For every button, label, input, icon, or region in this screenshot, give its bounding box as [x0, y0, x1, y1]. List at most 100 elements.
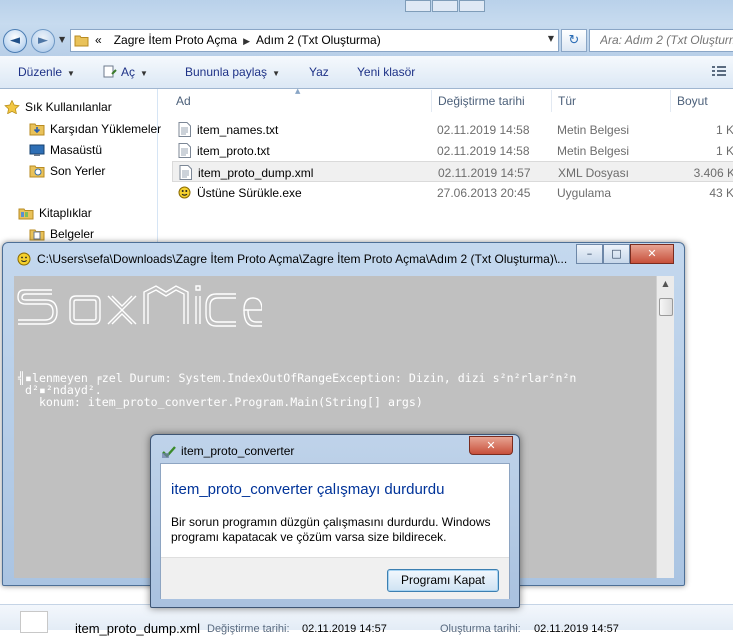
open-label: Aç: [121, 65, 136, 79]
file-row-selected[interactable]: item_proto_dump.xml 02.11.2019 14:57 XML…: [172, 161, 733, 182]
close-icon: ✕: [486, 439, 496, 452]
dialog-footer: Programı Kapat: [161, 557, 509, 599]
column-header-name[interactable]: Ad: [170, 90, 432, 112]
file-name: item_names.txt: [197, 123, 279, 137]
dialog-heading: item_proto_converter çalışmayı durdurdu: [171, 481, 445, 498]
chevron-right-icon[interactable]: ▶: [237, 36, 256, 46]
column-header-date[interactable]: Değiştirme tarihi: [432, 90, 552, 112]
application-icon: [178, 186, 191, 199]
file-name: item_proto.txt: [197, 144, 270, 158]
nav-documents-label: Belgeler: [50, 227, 95, 241]
maximize-icon: □: [611, 247, 622, 260]
nav-documents[interactable]: Belgeler: [29, 227, 94, 241]
file-row[interactable]: item_proto.txt 02.11.2019 14:58 Metin Be…: [172, 140, 733, 161]
address-bar[interactable]: « Zagre İtem Proto Açma ▶ Adım 2 (Txt Oluşt…: [70, 29, 559, 52]
minimize-icon: –: [586, 247, 593, 260]
file-name: Üstüne Sürükle.exe: [197, 186, 302, 200]
close-button[interactable]: ✕: [630, 244, 674, 264]
sort-ascending-icon: ▲: [295, 87, 301, 95]
new-folder-button[interactable]: Yeni klasör: [357, 65, 415, 79]
refresh-button[interactable]: ↻: [561, 29, 587, 52]
app-checkmark-icon: [162, 446, 176, 458]
search-box[interactable]: [589, 29, 733, 52]
details-created-label: Oluşturma tarihi:: [440, 623, 521, 635]
ascii-art-logo: [17, 285, 262, 327]
column-header-type[interactable]: Tür: [552, 90, 671, 112]
breadcrumb-item[interactable]: Zagre İtem Proto Açma: [114, 33, 237, 47]
nav-favorites[interactable]: Sık Kullanılanlar: [4, 100, 112, 114]
file-date: 02.11.2019 14:58: [437, 144, 530, 158]
file-name: item_proto_dump.xml: [198, 166, 314, 180]
nav-libraries[interactable]: Kitaplıklar: [18, 206, 92, 220]
dialog-message: Bir sorun programın düzgün çalışmasını d…: [171, 515, 491, 544]
desktop-icon: [29, 144, 45, 156]
file-row[interactable]: Üstüne Sürükle.exe 27.06.2013 20:45 Uygu…: [172, 182, 733, 203]
breadcrumb-overflow[interactable]: «: [95, 33, 102, 47]
file-size: 43 K: [709, 186, 733, 200]
share-label: Bununla paylaş: [185, 65, 268, 79]
open-document-icon: [103, 65, 117, 78]
maximize-button[interactable]: □: [603, 244, 630, 264]
xml-file-icon: [179, 165, 192, 180]
share-button[interactable]: Bununla paylaş ▼: [185, 65, 280, 79]
file-type: Metin Belgesi: [557, 123, 630, 137]
error-dialog: item_proto_converter ✕ item_proto_conver…: [150, 434, 520, 608]
refresh-icon: ↻: [568, 33, 580, 48]
text-file-icon: [178, 122, 191, 137]
history-dropdown-icon[interactable]: ▼: [59, 35, 65, 44]
nav-downloads[interactable]: Karşıdan Yüklemeler: [29, 122, 161, 136]
window-thumbnail: [432, 0, 458, 12]
forward-button[interactable]: ►: [31, 29, 55, 53]
details-created-value: 02.11.2019 14:57: [534, 623, 619, 635]
chevron-down-icon: ▼: [67, 69, 75, 78]
dialog-close-button[interactable]: ✕: [469, 436, 513, 455]
close-program-button[interactable]: Programı Kapat: [387, 569, 499, 592]
command-bar: Düzenle ▼ Aç ▼ Bununla paylaş ▼ Yaz Yeni kl…: [0, 56, 733, 89]
nav-recent[interactable]: Son Yerler: [29, 164, 105, 178]
nav-desktop-label: Masaüstü: [50, 143, 103, 157]
console-scrollbar[interactable]: ▲: [656, 276, 674, 578]
scroll-thumb[interactable]: [659, 298, 673, 316]
window-thumbnail: [405, 0, 431, 12]
details-modified-value: 02.11.2019 14:57: [302, 623, 387, 635]
address-bar-row: ◄ ► ▼ « Zagre İtem Proto Açma ▶ Adım 2 (Txt…: [0, 24, 733, 56]
console-app-icon: [17, 252, 31, 266]
taskbar-strip: [0, 0, 733, 24]
folder-icon: [74, 35, 89, 47]
text-file-icon: [178, 143, 191, 158]
window-thumbnail: [459, 0, 485, 12]
organize-button[interactable]: Düzenle ▼: [18, 65, 75, 79]
organize-label: Düzenle: [18, 65, 63, 79]
back-button[interactable]: ◄: [3, 29, 27, 53]
dialog-content: item_proto_converter çalışmayı durdurdu …: [160, 463, 510, 599]
documents-icon: [29, 229, 45, 241]
breadcrumb-item[interactable]: Adım 2 (Txt Oluşturma): [256, 33, 381, 47]
view-options-icon[interactable]: [711, 64, 727, 78]
file-type: XML Dosyası: [558, 166, 629, 180]
downloads-folder-icon: [29, 123, 45, 136]
console-line: konum: item_proto_converter.Program.Main…: [18, 395, 423, 409]
open-button[interactable]: Aç ▼: [103, 65, 148, 79]
file-date: 02.11.2019 14:58: [437, 123, 530, 137]
chevron-down-icon[interactable]: ▼: [548, 34, 554, 43]
file-size: 3.406 K: [693, 166, 733, 180]
column-header-size[interactable]: Boyut: [671, 90, 733, 112]
back-arrow-icon: ◄: [10, 33, 20, 48]
nav-desktop[interactable]: Masaüstü: [29, 143, 102, 157]
file-type: Uygulama: [557, 186, 612, 200]
file-row[interactable]: item_names.txt 02.11.2019 14:58 Metin Be…: [172, 119, 733, 140]
minimize-button[interactable]: –: [576, 244, 603, 264]
dialog-title: item_proto_converter: [181, 444, 295, 458]
file-size: 1 K: [715, 123, 733, 137]
chevron-down-icon: ▼: [140, 69, 148, 78]
nav-downloads-label: Karşıdan Yüklemeler: [50, 122, 162, 136]
file-size: 1 K: [715, 144, 733, 158]
print-button[interactable]: Yaz: [309, 65, 329, 79]
libraries-icon: [18, 208, 34, 220]
search-input[interactable]: [590, 30, 733, 49]
scroll-up-icon[interactable]: ▲: [657, 276, 674, 291]
file-type: Metin Belgesi: [557, 144, 630, 158]
details-modified-label: Değiştirme tarihi:: [207, 623, 290, 635]
chevron-down-icon: ▼: [272, 69, 280, 78]
nav-libraries-label: Kitaplıklar: [39, 206, 92, 220]
